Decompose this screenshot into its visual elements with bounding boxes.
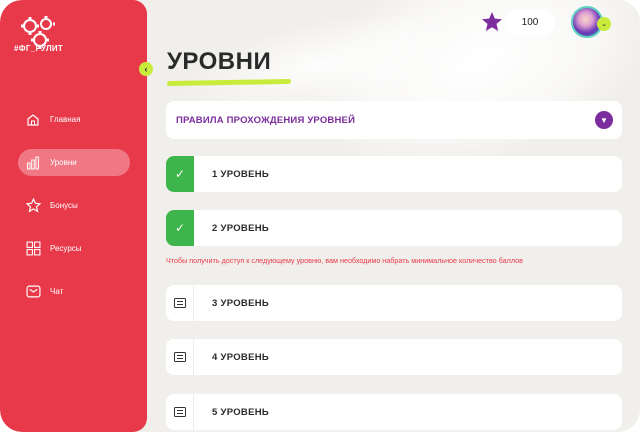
document-icon xyxy=(166,339,194,375)
sidebar-item-label: Ресурсы xyxy=(50,244,82,253)
bar-chart-icon xyxy=(25,155,41,171)
level-label: 4 УРОВЕНЬ xyxy=(212,351,270,363)
level-label: 2 УРОВЕНЬ xyxy=(212,222,270,234)
sidebar-item-bonuses[interactable]: Бонусы xyxy=(18,192,130,219)
page-title: УРОВНИ xyxy=(167,48,272,75)
rules-label: ПРАВИЛА ПРОХОЖДЕНИЯ УРОВНЕЙ xyxy=(176,114,356,126)
level-row[interactable]: ✓ 1 УРОВЕНЬ xyxy=(166,156,622,192)
sidebar-nav: Главная Уровни Бонусы Ресурсы Чат xyxy=(18,106,130,321)
logo-text: #ФГ_РУЛИТ xyxy=(14,44,64,53)
sidebar-item-label: Главная xyxy=(50,115,81,124)
sidebar-collapse-button[interactable]: ‹ xyxy=(139,62,153,76)
level-label: 1 УРОВЕНЬ xyxy=(212,168,270,180)
sidebar: #ФГ_РУЛИТ Главная Уровни Бонусы Ресурсы … xyxy=(0,0,147,432)
chevron-down-icon: ⌄ xyxy=(601,21,607,28)
level-label: 5 УРОВЕНЬ xyxy=(212,406,270,418)
chevron-left-icon: ‹ xyxy=(144,64,148,74)
sidebar-item-levels[interactable]: Уровни xyxy=(18,149,130,176)
chevron-down-icon: ▼ xyxy=(600,115,608,125)
points-counter: 100 xyxy=(505,9,555,36)
level-access-notice: Чтобы получить доступ к следующему уровн… xyxy=(166,256,523,265)
document-icon xyxy=(166,285,194,321)
sidebar-item-label: Уровни xyxy=(50,158,77,167)
chat-icon xyxy=(25,284,41,300)
app-frame: #ФГ_РУЛИТ Главная Уровни Бонусы Ресурсы … xyxy=(0,0,640,432)
level-row[interactable]: 4 УРОВЕНЬ xyxy=(166,339,622,375)
sidebar-item-home[interactable]: Главная xyxy=(18,106,130,133)
check-icon: ✓ xyxy=(166,156,194,192)
grid-icon xyxy=(25,241,41,257)
level-row[interactable]: 3 УРОВЕНЬ xyxy=(166,285,622,321)
sidebar-item-label: Чат xyxy=(50,287,64,296)
sidebar-item-label: Бонусы xyxy=(50,201,78,210)
level-row[interactable]: ✓ 2 УРОВЕНЬ xyxy=(166,210,622,246)
check-icon: ✓ xyxy=(166,210,194,246)
level-row[interactable]: 5 УРОВЕНЬ xyxy=(166,394,622,430)
home-icon xyxy=(25,112,41,128)
document-icon xyxy=(166,394,194,430)
level-label: 3 УРОВЕНЬ xyxy=(212,297,270,309)
sidebar-item-chat[interactable]: Чат xyxy=(18,278,130,305)
rules-expand-button[interactable]: ▼ xyxy=(595,111,613,129)
rules-accordion[interactable]: ПРАВИЛА ПРОХОЖДЕНИЯ УРОВНЕЙ ▼ xyxy=(166,101,622,139)
sidebar-item-resources[interactable]: Ресурсы xyxy=(18,235,130,262)
profile-menu-button[interactable]: ⌄ xyxy=(597,17,611,31)
points-star-icon xyxy=(482,12,502,31)
star-icon xyxy=(25,198,41,214)
